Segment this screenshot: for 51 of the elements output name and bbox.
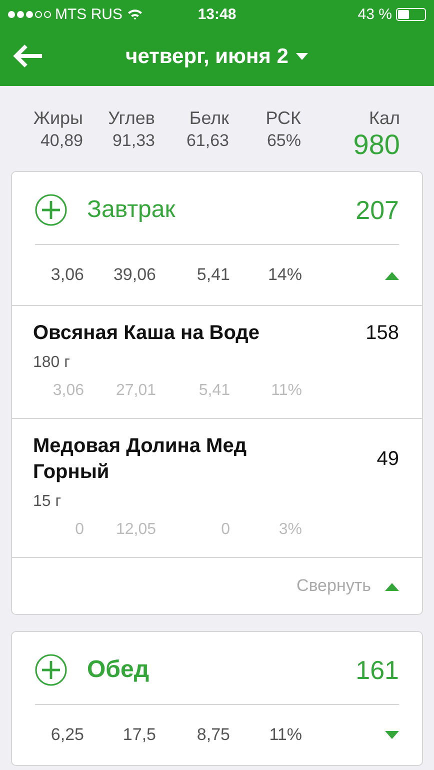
food-nutrient-value: 11% (271, 382, 302, 400)
dropdown-caret-icon (296, 53, 308, 61)
meal-total-value: 6,25 (50, 725, 84, 745)
nutrient-label: Белк (189, 108, 229, 129)
caret-icon[interactable] (385, 730, 399, 740)
battery-percent: 43 % (358, 6, 392, 22)
food-amount: 180 г (33, 354, 71, 372)
caret-icon (385, 582, 399, 590)
meal-calories: 161 (356, 654, 399, 686)
signal-icon (8, 10, 51, 18)
meal-title[interactable]: Завтрак (87, 196, 356, 224)
food-nutrient-value: 0 (221, 521, 230, 539)
add-icon[interactable] (35, 194, 67, 226)
meal-total-value: 11% (269, 725, 302, 745)
food-calories: 49 (376, 448, 399, 470)
food-nutrient-value: 0 (75, 521, 84, 539)
wifi-icon (126, 8, 142, 20)
back-arrow-icon[interactable] (12, 43, 44, 69)
meal-total-value: 39,06 (113, 265, 156, 285)
food-nutrient-value: 3% (278, 521, 302, 539)
food-nutrient-value: 27,01 (116, 382, 156, 400)
nutrient-value: 61,63 (186, 131, 229, 152)
calories-total: 980 (353, 131, 400, 159)
nutrient-value: 91,33 (112, 131, 155, 152)
nutrient-value: 40,89 (40, 131, 83, 152)
date-picker[interactable]: четверг, июня 2 (120, 44, 314, 70)
meal-total-value: 5,41 (196, 265, 230, 285)
battery-icon (396, 8, 426, 20)
calories-label: Кал (369, 108, 400, 129)
food-name[interactable]: Овсяная Каша на Воде (33, 320, 260, 346)
collapse-link[interactable]: Свернуть (296, 576, 399, 596)
clock-time: 13:48 (198, 6, 236, 22)
food-amount: 15 г (33, 493, 62, 511)
food-nutrient-value: 3,06 (52, 382, 84, 400)
carrier-name: MTS RUS (55, 6, 122, 22)
nutrient-label: Жиры (33, 108, 83, 129)
meal-total-value: 14% (268, 265, 302, 285)
nutrient-value: 65% (266, 131, 301, 152)
meal-total-value: 17,5 (122, 725, 156, 745)
meal-total-value: 3,06 (50, 265, 84, 285)
meal-title[interactable]: Обед (87, 656, 356, 684)
food-nutrient-value: 5,41 (198, 382, 230, 400)
caret-icon[interactable] (385, 270, 399, 280)
nutrient-label: РСК (266, 108, 301, 129)
meal-total-value: 8,75 (196, 725, 230, 745)
nutrient-label: Углев (108, 108, 155, 129)
food-calories: 158 (366, 322, 399, 344)
add-icon[interactable] (35, 654, 67, 686)
food-nutrient-value: 12,05 (116, 521, 156, 539)
food-name[interactable]: Медовая Долина Мед Горный (33, 433, 313, 485)
meal-calories: 207 (356, 194, 399, 226)
